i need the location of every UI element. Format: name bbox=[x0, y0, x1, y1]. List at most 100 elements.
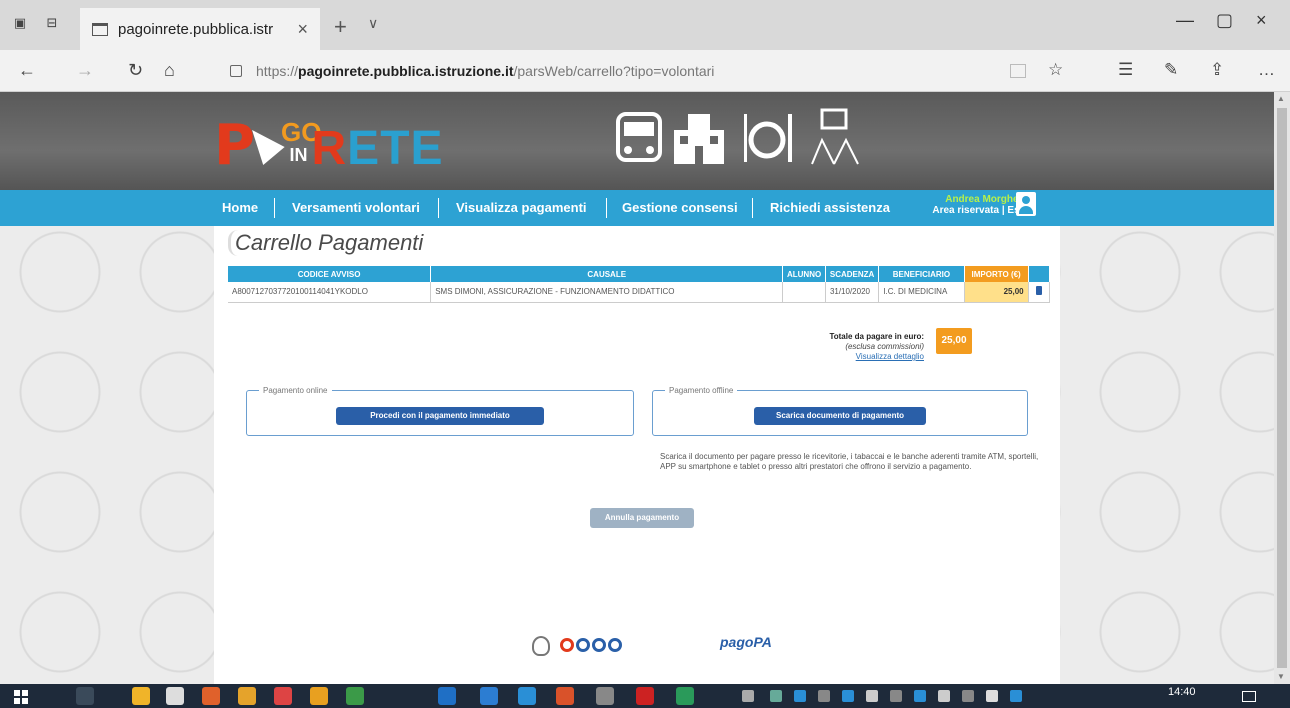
download-document-button[interactable]: Scarica documento di pagamento bbox=[754, 407, 926, 425]
back-icon[interactable]: ← bbox=[18, 60, 36, 81]
home-icon[interactable]: ⌂ bbox=[164, 60, 175, 81]
more-icon[interactable]: … bbox=[1258, 60, 1275, 80]
app-icon-9[interactable] bbox=[596, 687, 614, 705]
cancel-payment-button[interactable]: Annulla pagamento bbox=[590, 508, 694, 528]
col-scadenza: SCADENZA bbox=[825, 266, 880, 282]
pagoinrete-logo: P GO IN RETE bbox=[214, 113, 444, 178]
task-view-icon[interactable] bbox=[76, 687, 94, 705]
tray-icon-9[interactable] bbox=[962, 690, 974, 702]
offline-payment-legend: Pagamento offline bbox=[669, 386, 734, 395]
trash-icon[interactable] bbox=[1035, 286, 1042, 296]
tray-icon-7[interactable] bbox=[914, 690, 926, 702]
share-icon[interactable]: ⇪ bbox=[1210, 60, 1224, 80]
app-icon-8[interactable] bbox=[556, 687, 574, 705]
menu-home[interactable]: Home bbox=[222, 200, 258, 215]
school-building-icon bbox=[674, 114, 724, 164]
close-window-icon[interactable]: × bbox=[1256, 10, 1267, 31]
scroll-thumb[interactable] bbox=[1277, 108, 1287, 668]
cart-table: CODICE AVVISO CAUSALE ALUNNO SCADENZA BE… bbox=[228, 266, 1051, 303]
menu-gestione-consensi[interactable]: Gestione consensi bbox=[622, 200, 738, 215]
tray-icon-6[interactable] bbox=[890, 690, 902, 702]
cell-causale: SMS DIMONI, ASSICURAZIONE - FUNZIONAMENT… bbox=[430, 282, 784, 303]
tray-chevron-icon[interactable] bbox=[742, 690, 754, 702]
tray-icon-2[interactable] bbox=[794, 690, 806, 702]
app-icon-5[interactable] bbox=[346, 687, 364, 705]
app-icon-11[interactable] bbox=[676, 687, 694, 705]
minimize-icon[interactable]: — bbox=[1176, 10, 1194, 31]
cell-codice: A8007127037720100114041YKODLO bbox=[228, 282, 432, 303]
cell-importo: 25,00 bbox=[964, 282, 1029, 303]
scroll-up-icon: ▲ bbox=[1277, 94, 1285, 103]
reading-view-icon[interactable] bbox=[1010, 64, 1026, 78]
pay-now-button[interactable]: Procedi con il pagamento immediato bbox=[336, 407, 544, 425]
main-menu: Home Versamenti volontari Visualizza pag… bbox=[0, 190, 1274, 226]
lock-icon bbox=[230, 65, 242, 77]
col-alunno: ALUNNO bbox=[782, 266, 826, 282]
page-title: Carrello Pagamenti bbox=[228, 230, 423, 256]
network-icon[interactable] bbox=[1010, 690, 1022, 702]
close-tab-icon[interactable]: × bbox=[297, 19, 308, 40]
tab-list-chevron-icon[interactable]: ∨ bbox=[368, 15, 378, 32]
tray-icon-5[interactable] bbox=[866, 690, 878, 702]
notification-center-icon[interactable] bbox=[1242, 691, 1256, 702]
favorite-star-icon[interactable]: ☆ bbox=[1048, 60, 1063, 80]
favorites-hub-icon[interactable]: ☰ bbox=[1118, 60, 1133, 80]
school-bus-icon bbox=[616, 112, 662, 162]
menu-versamenti-volontari[interactable]: Versamenti volontari bbox=[292, 200, 420, 215]
tray-icon-1[interactable] bbox=[770, 690, 782, 702]
visualizza-dettaglio-link[interactable]: Visualizza dettaglio bbox=[856, 352, 924, 361]
menu-richiedi-assistenza[interactable]: Richiedi assistenza bbox=[770, 200, 890, 215]
app-icon-10[interactable] bbox=[636, 687, 654, 705]
maximize-icon[interactable]: ▢ bbox=[1216, 10, 1233, 31]
tray-icon-8[interactable] bbox=[938, 690, 950, 702]
browser-tab[interactable]: pagoinrete.pubblica.istr × bbox=[80, 8, 320, 50]
col-actions bbox=[1028, 266, 1051, 282]
site-footer: pagoPA bbox=[214, 626, 1060, 684]
col-codice-avviso: CODICE AVVISO bbox=[228, 266, 432, 282]
forward-icon[interactable]: → bbox=[76, 60, 94, 81]
pagopa-logo: pagoPA bbox=[720, 634, 772, 650]
user-avatar-icon[interactable] bbox=[1016, 192, 1036, 216]
offline-note: Scarica il documento per pagare presso l… bbox=[660, 452, 1039, 471]
file-explorer-icon[interactable] bbox=[132, 687, 150, 705]
pen-icon[interactable]: ✎ bbox=[1164, 60, 1178, 80]
cell-alunno bbox=[782, 282, 826, 303]
cutlery-icon bbox=[744, 114, 792, 162]
taskbar: 14:40 bbox=[0, 684, 1290, 708]
app-icon-3[interactable] bbox=[274, 687, 292, 705]
url-field[interactable]: https://pagoinrete.pubblica.istruzione.i… bbox=[220, 56, 1000, 86]
online-payment-legend: Pagamento online bbox=[263, 386, 328, 395]
app-icon-1[interactable] bbox=[202, 687, 220, 705]
museum-trip-icon bbox=[811, 108, 859, 165]
edge-browser-icon[interactable] bbox=[438, 687, 456, 705]
page-viewport: P GO IN RETE Home Versamenti volontari V… bbox=[0, 92, 1274, 684]
page-scrollbar[interactable]: ▲ ▼ bbox=[1274, 92, 1290, 684]
tab-preview-icon[interactable]: ⊟ bbox=[44, 16, 60, 30]
tray-icon-3[interactable] bbox=[818, 690, 830, 702]
tab-set-aside-icon[interactable]: ▣ bbox=[12, 16, 28, 30]
new-tab-icon[interactable]: + bbox=[334, 14, 347, 40]
app-icon-6[interactable] bbox=[480, 687, 498, 705]
menu-visualizza-pagamenti[interactable]: Visualizza pagamenti bbox=[456, 200, 587, 215]
url-text: https://pagoinrete.pubblica.istruzione.i… bbox=[256, 63, 715, 79]
tray-icon-4[interactable] bbox=[842, 690, 854, 702]
taskbar-clock[interactable]: 14:40 bbox=[1168, 686, 1196, 698]
user-name: Andrea Morghetti bbox=[945, 194, 1028, 205]
volume-icon[interactable] bbox=[986, 690, 998, 702]
app-icon-4[interactable] bbox=[310, 687, 328, 705]
tab-title: pagoinrete.pubblica.istr bbox=[118, 20, 274, 38]
refresh-icon[interactable]: ↻ bbox=[128, 60, 143, 81]
app-icon-7[interactable] bbox=[518, 687, 536, 705]
page-icon bbox=[92, 22, 108, 36]
site-header: P GO IN RETE bbox=[0, 92, 1274, 190]
store-icon[interactable] bbox=[166, 687, 184, 705]
table-row: A8007127037720100114041YKODLO SMS DIMONI… bbox=[228, 282, 1051, 303]
scroll-down-icon: ▼ bbox=[1277, 672, 1285, 681]
app-icon-2[interactable] bbox=[238, 687, 256, 705]
total-label: Totale da pagare in euro: (esclusa commi… bbox=[829, 332, 924, 361]
user-box: Andrea Morghetti Area riservata | Esci bbox=[910, 194, 1028, 216]
browser-tab-bar: ▣ ⊟ pagoinrete.pubblica.istr × + ∨ — ▢ × bbox=[0, 0, 1290, 50]
windows-start-icon[interactable] bbox=[14, 690, 28, 704]
pon-logo-icon bbox=[560, 638, 622, 652]
user-area-links[interactable]: Area riservata | Esci bbox=[910, 205, 1028, 216]
